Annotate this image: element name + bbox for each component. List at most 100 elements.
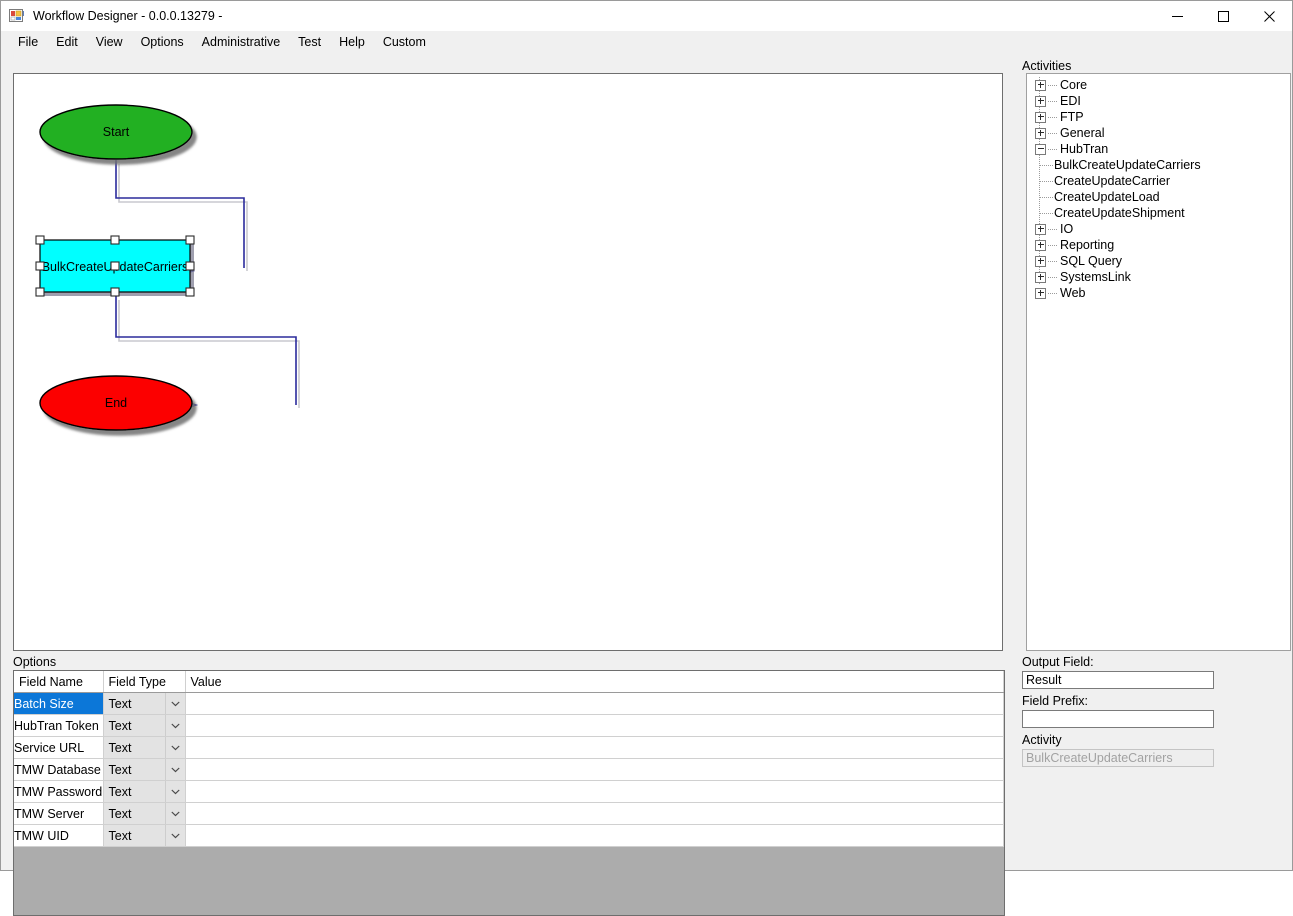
chevron-down-icon[interactable] <box>165 803 185 824</box>
tree-item-general[interactable]: General <box>1027 125 1290 141</box>
tree-item-label: FTP <box>1059 110 1084 124</box>
cell-value[interactable] <box>185 693 1004 715</box>
cell-field-type[interactable]: Text <box>103 825 185 847</box>
activities-tree[interactable]: Core EDI FTP General <box>1026 73 1291 651</box>
tree-dash-icon <box>1048 261 1057 262</box>
cell-field-type[interactable]: Text <box>103 803 185 825</box>
properties-panel: Output Field: Field Prefix: Activity <box>1022 655 1292 772</box>
tree-item-label: Web <box>1059 286 1085 300</box>
tree-item-systemslink[interactable]: SystemsLink <box>1027 269 1290 285</box>
cell-value[interactable] <box>185 781 1004 803</box>
table-row[interactable]: Service URL Text <box>14 737 1004 759</box>
menu-item-options[interactable]: Options <box>132 32 193 52</box>
cell-field-type[interactable]: Text <box>103 759 185 781</box>
menu-item-test[interactable]: Test <box>289 32 330 52</box>
table-row[interactable]: Batch Size Text <box>14 693 1004 715</box>
expand-icon[interactable] <box>1035 288 1046 299</box>
form-designer-icon <box>9 8 25 24</box>
cell-value[interactable] <box>185 715 1004 737</box>
menu-item-administrative[interactable]: Administrative <box>193 32 290 52</box>
activities-panel-title: Activities <box>1022 59 1071 73</box>
tree-item-createupdatecarrier[interactable]: CreateUpdateCarrier <box>1027 173 1290 189</box>
table-row[interactable]: TMW UID Text <box>14 825 1004 847</box>
tree-item-createupdateload[interactable]: CreateUpdateLoad <box>1027 189 1290 205</box>
tree-item-web[interactable]: Web <box>1027 285 1290 301</box>
column-header-field-name[interactable]: Field Name <box>14 671 103 693</box>
expand-icon[interactable] <box>1035 80 1046 91</box>
chevron-down-icon[interactable] <box>165 737 185 758</box>
window-title: Workflow Designer - 0.0.0.13279 - <box>33 9 222 23</box>
cell-value[interactable] <box>185 759 1004 781</box>
cell-field-name[interactable]: TMW Server <box>14 803 103 825</box>
column-header-value[interactable]: Value <box>185 671 1004 693</box>
tree-item-label: CreateUpdateShipment <box>1053 206 1185 220</box>
cell-field-name[interactable]: TMW UID <box>14 825 103 847</box>
chevron-down-icon[interactable] <box>165 759 185 780</box>
options-panel-title: Options <box>13 655 56 669</box>
expand-icon[interactable] <box>1035 224 1046 235</box>
tree-item-edi[interactable]: EDI <box>1027 93 1290 109</box>
combo-value: Text <box>104 719 165 733</box>
expand-icon[interactable] <box>1035 256 1046 267</box>
minimize-button[interactable] <box>1154 1 1200 31</box>
tree-item-io[interactable]: IO <box>1027 221 1290 237</box>
cell-value[interactable] <box>185 737 1004 759</box>
chevron-down-icon[interactable] <box>165 781 185 802</box>
tree-item-label: EDI <box>1059 94 1081 108</box>
tree-item-ftp[interactable]: FTP <box>1027 109 1290 125</box>
menu-item-view[interactable]: View <box>87 32 132 52</box>
activity-readonly-input <box>1022 749 1214 767</box>
cell-field-type[interactable]: Text <box>103 715 185 737</box>
chevron-down-icon[interactable] <box>165 825 185 846</box>
tree-item-core[interactable]: Core <box>1027 77 1290 93</box>
options-grid[interactable]: Field Name Field Type Value Batch Size T… <box>13 670 1005 916</box>
collapse-icon[interactable] <box>1035 144 1046 155</box>
expand-icon[interactable] <box>1035 112 1046 123</box>
cell-value[interactable] <box>185 825 1004 847</box>
table-header-row: Field Name Field Type Value <box>14 671 1004 693</box>
cell-value[interactable] <box>185 803 1004 825</box>
cell-field-name[interactable]: TMW Password <box>14 781 103 803</box>
chevron-down-icon[interactable] <box>165 715 185 736</box>
tree-item-label: CreateUpdateLoad <box>1053 190 1160 204</box>
cell-field-type[interactable]: Text <box>103 781 185 803</box>
column-header-field-type[interactable]: Field Type <box>103 671 185 693</box>
cell-field-name[interactable]: Batch Size <box>14 693 103 715</box>
maximize-button[interactable] <box>1200 1 1246 31</box>
expand-icon[interactable] <box>1035 272 1046 283</box>
menu-item-edit[interactable]: Edit <box>47 32 87 52</box>
tree-dash-icon <box>1048 85 1057 86</box>
combo-value: Text <box>104 807 165 821</box>
expand-icon[interactable] <box>1035 128 1046 139</box>
expand-icon[interactable] <box>1035 240 1046 251</box>
table-row[interactable]: HubTran Token Text <box>14 715 1004 737</box>
tree-dash-icon <box>1048 293 1057 294</box>
grid-empty-area <box>14 869 1004 916</box>
cell-field-type[interactable]: Text <box>103 737 185 759</box>
menu-bar: File Edit View Options Administrative Te… <box>1 31 1292 53</box>
close-button[interactable] <box>1246 1 1292 31</box>
tree-dash-icon <box>1048 101 1057 102</box>
menu-item-file[interactable]: File <box>9 32 47 52</box>
expand-icon[interactable] <box>1035 96 1046 107</box>
table-row[interactable]: TMW Password Text <box>14 781 1004 803</box>
tree-item-createupdateshipment[interactable]: CreateUpdateShipment <box>1027 205 1290 221</box>
output-field-input[interactable] <box>1022 671 1214 689</box>
cell-field-name[interactable]: TMW Database <box>14 759 103 781</box>
table-row[interactable]: TMW Server Text <box>14 803 1004 825</box>
tree-item-reporting[interactable]: Reporting <box>1027 237 1290 253</box>
table-row[interactable]: TMW Database Text <box>14 759 1004 781</box>
tree-item-hubtran[interactable]: HubTran <box>1027 141 1290 157</box>
tree-item-sql-query[interactable]: SQL Query <box>1027 253 1290 269</box>
menu-item-help[interactable]: Help <box>330 32 374 52</box>
field-prefix-input[interactable] <box>1022 710 1214 728</box>
cell-field-name[interactable]: Service URL <box>14 737 103 759</box>
chevron-down-icon[interactable] <box>165 693 185 714</box>
tree-item-bulkcreateupdatecarriers[interactable]: BulkCreateUpdateCarriers <box>1027 157 1290 173</box>
menu-item-custom[interactable]: Custom <box>374 32 435 52</box>
tree-item-label: HubTran <box>1059 142 1108 156</box>
cell-field-name[interactable]: HubTran Token <box>14 715 103 737</box>
cell-field-type[interactable]: Text <box>103 693 185 715</box>
tree-dash-icon <box>1048 229 1057 230</box>
workflow-canvas[interactable]: Start BulkCreateUpdateCarriers <box>13 73 1003 651</box>
